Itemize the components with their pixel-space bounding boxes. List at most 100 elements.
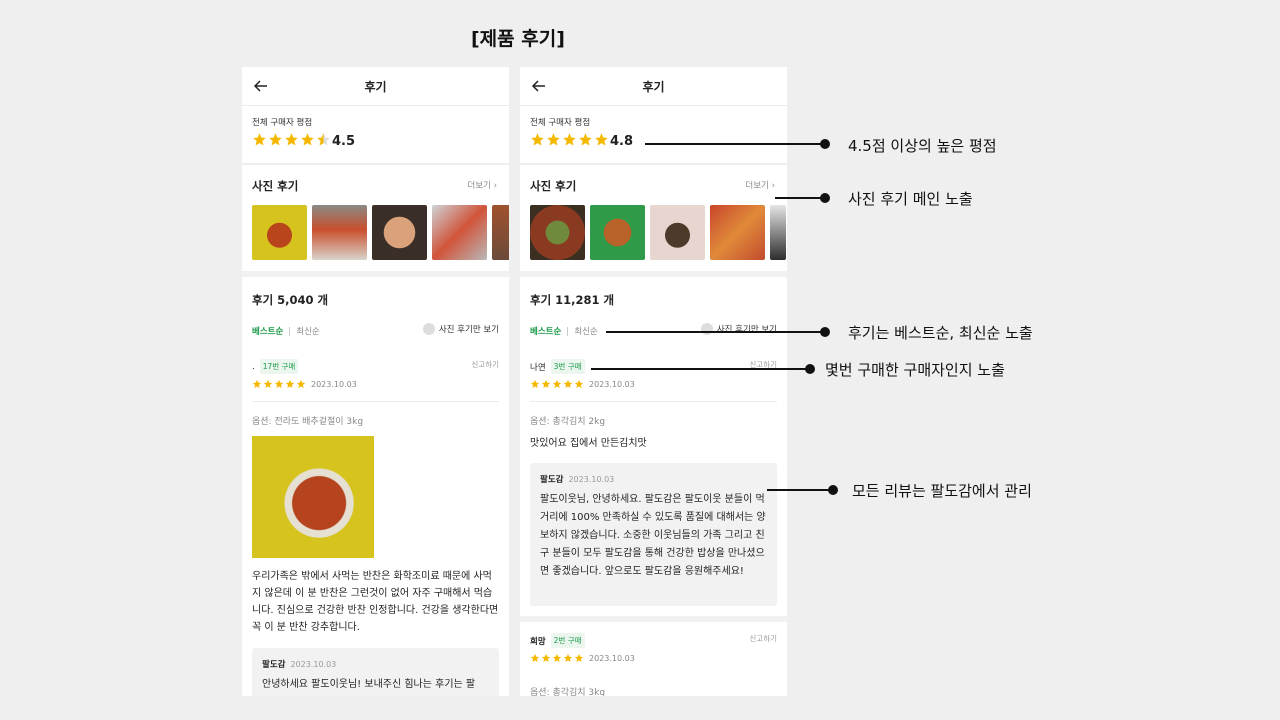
reply-date: 2023.10.03 [568,475,615,484]
sort-best[interactable]: 베스트순 [252,325,283,337]
rating-summary: 전체 구매자 평점 4.8 [520,106,787,164]
reply-author: 팔도감 [540,475,564,485]
photo-review-title: 사진 후기 [530,179,577,193]
star-icon [530,379,540,388]
star-icon [552,379,562,388]
photo-thumbnail[interactable] [312,205,367,260]
star-icon [253,133,266,146]
star-icon [274,379,284,388]
sort-divider [567,326,569,336]
review-count: 후기 11,281 개 [530,293,615,307]
check-icon [422,323,435,335]
star-icon [563,133,576,146]
rating-stars [252,132,331,147]
annotation-dot [820,193,830,203]
more-link[interactable]: 더보기 › [745,179,775,191]
photo-thumbnail[interactable] [252,205,307,260]
photo-only-toggle[interactable]: 사진 후기만 보기 [700,323,777,335]
star-icon [252,379,262,388]
half-star-icon [317,133,330,146]
review-date: 2023.10.03 [311,379,357,389]
rating-label: 전체 구매자 평점 [252,118,313,128]
rating-stars [530,132,609,147]
rating-score: 4.8 [610,134,634,149]
photo-thumbnail[interactable] [530,205,585,260]
photo-only-label: 사진 후기만 보기 [438,325,499,335]
review-date: 2023.10.03 [589,653,635,663]
header-title: 후기 [364,80,387,94]
report-button[interactable]: 신고하기 [749,633,777,644]
sort-tabs: 베스트순 최신순 [530,325,598,337]
photo-review-section: 사진 후기 더보기 › [242,165,509,271]
annotation-purchase-count: 몇번 구매한 구매자인지 노출 [825,361,1005,379]
annotation-connector [775,197,825,199]
header: 후기 [242,67,509,106]
photo-strip[interactable] [252,205,509,260]
sort-recent[interactable]: 최신순 [296,325,319,337]
review-count: 후기 5,040 개 [252,293,329,307]
star-icon [547,133,560,146]
star-icon [296,379,306,388]
header-title: 후기 [642,80,665,94]
annotation-connector [591,368,810,370]
annotation-dot [820,327,830,337]
more-link[interactable]: 더보기 › [467,179,497,191]
more-label: 더보기 [467,181,491,191]
reviewer-name: 희망 [530,636,546,647]
divider [252,401,499,402]
photo-thumbnail[interactable] [372,205,427,260]
check-icon [700,323,713,335]
star-icon [530,653,540,662]
photo-review-section: 사진 후기 더보기 › [520,165,787,271]
photo-only-toggle[interactable]: 사진 후기만 보기 [422,323,499,335]
review-list: 후기 5,040 개 베스트순 최신순 사진 후기만 보기 . 17번 구매 신… [242,277,509,696]
reply-author: 팔도감 [262,660,286,670]
review-item: 나연 3번 구매 신고하기 2023.10.03 [530,359,777,389]
seller-reply: 팔도감 2023.10.03 안녕하세요 팔도이웃님! 보내주신 힘나는 후기는 … [252,648,499,696]
rating-label: 전체 구매자 평점 [530,118,591,128]
sort-divider [289,326,291,336]
more-label: 더보기 [745,181,769,191]
rating-summary: 전체 구매자 평점 4.5 [242,106,509,164]
star-icon [285,133,298,146]
photo-thumbnail[interactable] [590,205,645,260]
review-photo[interactable] [252,436,374,558]
annotation-photo: 사진 후기 메인 노출 [848,190,973,208]
photo-thumbnail[interactable] [432,205,487,260]
annotation-dot [828,485,838,495]
reply-text: 안녕하세요 팔도이웃님! 보내주신 힘나는 후기는 팔 [262,679,476,690]
review-item: . 17번 구매 신고하기 2023.10.03 [252,359,499,389]
photo-thumbnail[interactable] [710,205,765,260]
report-button[interactable]: 신고하기 [471,359,499,370]
sort-best[interactable]: 베스트순 [530,325,561,337]
seller-reply: 팔도감 2023.10.03 팔도이웃님, 안녕하세요. 팔도감은 팔도이웃 분들… [530,463,777,606]
annotation-rating: 4.5점 이상의 높은 평점 [848,137,997,155]
star-icon [269,133,282,146]
review-body: 우리가족은 밖에서 사먹는 반찬은 화학조미료 때문에 사먹지 않은데 이 분 … [252,571,499,633]
sort-recent[interactable]: 최신순 [574,325,597,337]
annotation-connector [767,489,832,491]
photo-only-label: 사진 후기만 보기 [716,325,777,335]
review-screen-before: 후기 전체 구매자 평점 4.5 사진 후기 더보기 › 후기 5,040 개 … [242,67,509,696]
star-icon [301,133,314,146]
purchase-count-badge: 17번 구매 [259,359,299,374]
star-icon [541,653,551,662]
review-option: 옵션: 총각김치 2kg [530,417,606,427]
review-screen-after: 후기 전체 구매자 평점 4.8 사진 후기 더보기 › 후기 11,281 개… [520,67,787,696]
purchase-count-badge: 3번 구매 [550,359,585,374]
photo-thumbnail[interactable] [650,205,705,260]
sort-tabs: 베스트순 최신순 [252,325,320,337]
annotation-connector [645,143,825,145]
page-title: [제품 후기] [471,28,565,50]
star-icon [579,133,592,146]
annotation-sort: 후기는 베스트순, 최신순 노출 [848,324,1033,342]
star-icon [552,653,562,662]
purchase-count-badge: 2번 구매 [550,633,585,648]
photo-strip[interactable] [530,205,786,260]
star-icon [531,133,544,146]
photo-thumbnail[interactable] [770,205,786,260]
review-item-2: 희망 2번 구매 신고하기 2023.10.03 옵션: 총각김치 3kg [520,622,787,696]
photo-thumbnail[interactable] [492,205,509,260]
photo-review-title: 사진 후기 [252,179,299,193]
review-date: 2023.10.03 [589,379,635,389]
